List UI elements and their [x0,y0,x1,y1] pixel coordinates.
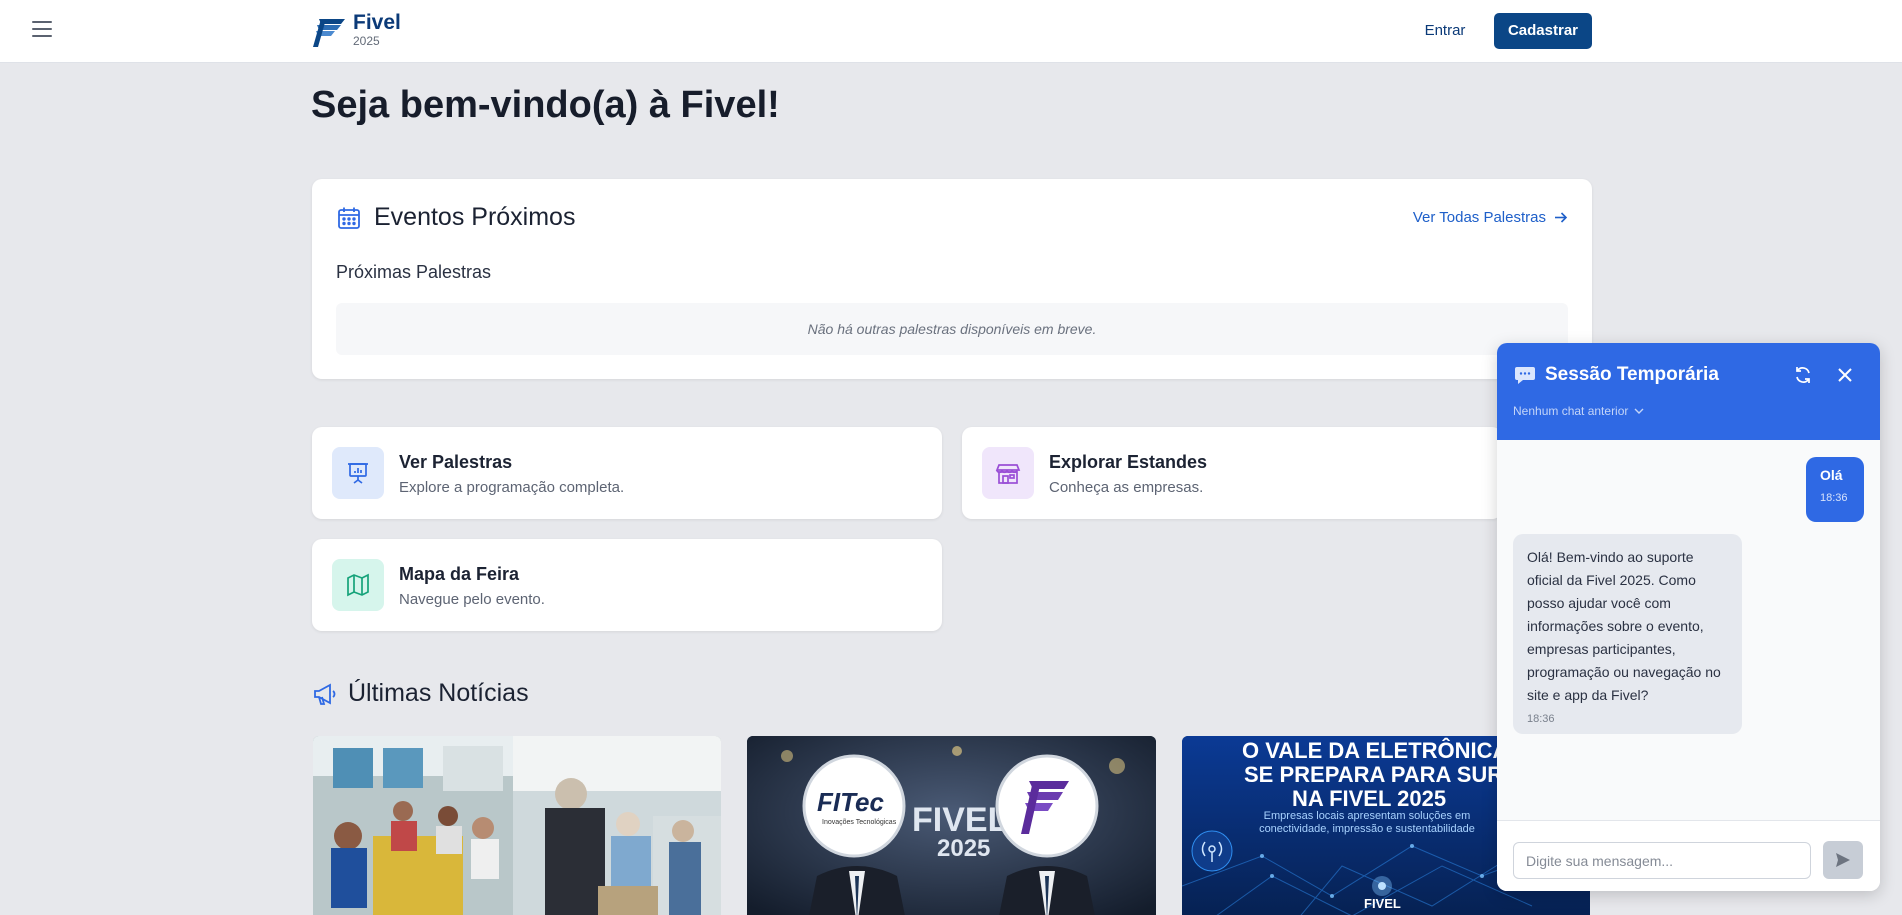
previous-chats-label: Nenhum chat anterior [1513,404,1629,418]
signup-button[interactable]: Cadastrar [1494,13,1592,49]
calendar-icon [338,207,360,229]
see-all-talks-label: Ver Todas Palestras [1412,209,1546,226]
send-button[interactable] [1823,841,1863,879]
refresh-icon[interactable] [1793,365,1813,390]
svg-text:O VALE DA ELETRÔNICA: O VALE DA ELETRÔNICA [1242,738,1509,763]
chat-bubble-icon [1515,367,1535,384]
send-icon [1836,853,1850,867]
chat-title: Sessão Temporária [1514,364,1719,386]
chat-widget: Sessão Temporária Nenhum chat anterior O… [1497,343,1880,891]
chat-header: Sessão Temporária Nenhum chat anterior [1497,343,1880,440]
news-photo-image [313,736,721,915]
map-icon [332,559,384,611]
svg-text:2025: 2025 [937,835,990,862]
news-fitec-image: FIVEL 2025 FITec Inovações Tecnológicas [747,736,1156,915]
news-heading: Últimas Notícias [312,679,529,708]
news-card-image[interactable] [313,736,721,915]
chat-title-label: Sessão Temporária [1545,364,1719,385]
message-time: 18:36 [1820,492,1848,504]
quick-link-talks[interactable]: Ver Palestras Explore a programação comp… [312,427,942,519]
events-title: Eventos Próximos [374,203,576,231]
empty-talks-message: Não há outras palestras disponíveis em b… [336,303,1568,355]
page-title: Seja bem-vindo(a) à Fivel! [311,84,780,126]
bot-message: Olá! Bem-vindo ao suporte oficial da Fiv… [1513,534,1742,734]
next-talks-heading: Próximas Palestras [336,262,492,282]
close-icon[interactable] [1835,365,1855,390]
quick-link-title: Mapa da Feira [399,564,520,584]
svg-text:FITec: FITec [817,787,884,817]
brand-logo[interactable]: Fivel 2025 [311,12,401,49]
fivel-logo-icon [313,18,345,47]
svg-text:NA FIVEL 2025: NA FIVEL 2025 [1292,786,1446,811]
megaphone-icon [314,682,336,705]
news-title: Últimas Notícias [348,679,529,707]
brand-name: Fivel [353,11,401,34]
quick-link-map[interactable]: Mapa da Feira Navegue pelo evento. [312,539,942,631]
message-time: 18:36 [1527,713,1555,725]
chat-messages[interactable]: Olá 18:36 Olá! Bem-vindo ao suporte ofic… [1497,440,1880,820]
message-text: Olá [1820,467,1843,483]
menu-icon[interactable] [32,21,52,39]
svg-text:FIVEL: FIVEL [1364,896,1401,911]
previous-chats-dropdown[interactable]: Nenhum chat anterior [1513,404,1645,418]
quick-link-title: Ver Palestras [399,452,513,472]
brand-year: 2025 [353,34,380,48]
user-message: Olá 18:36 [1806,457,1864,522]
top-header: Fivel 2025 Entrar Cadastrar [0,0,1902,63]
presentation-icon [332,447,384,499]
arrow-right-icon [1555,212,1568,223]
message-text: Olá! Bem-vindo ao suporte oficial da Fiv… [1527,549,1721,703]
chevron-down-icon [1634,408,1644,414]
quick-link-description: Conheça as empresas. [1049,479,1204,496]
see-all-talks-link[interactable]: Ver Todas Palestras [1413,209,1568,226]
quick-link-description: Explore a programação completa. [399,479,625,496]
quick-link-stands[interactable]: Explorar Estandes Conheça as empresas. [962,427,1502,519]
svg-text:FIVEL: FIVEL [912,801,1008,839]
news-card-image[interactable]: FIVEL 2025 FITec Inovações Tecnológicas [747,736,1156,915]
events-card: Eventos Próximos Ver Todas Palestras Pró… [312,179,1592,379]
store-icon [982,447,1034,499]
login-button[interactable]: Entrar [1412,13,1478,49]
quick-link-title: Explorar Estandes [1049,452,1208,472]
chat-message-input[interactable] [1513,842,1811,879]
svg-text:Inovações Tecnológicas: Inovações Tecnológicas [822,819,897,826]
chat-composer [1497,820,1880,891]
quick-link-description: Navegue pelo evento. [399,591,545,608]
